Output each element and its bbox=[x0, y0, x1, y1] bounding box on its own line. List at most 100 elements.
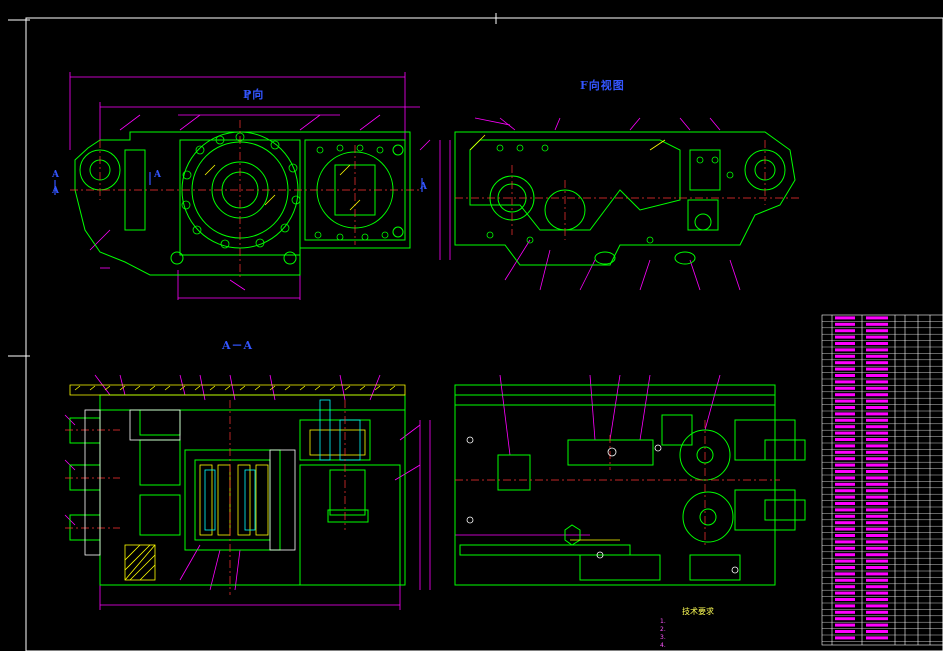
view-f-label: F向视图 bbox=[580, 79, 625, 92]
table-cell-mark bbox=[866, 425, 888, 429]
table-cell-mark bbox=[835, 463, 855, 467]
tech-requirement-item: 1. bbox=[660, 618, 666, 625]
table-cell-mark bbox=[835, 610, 855, 614]
table-cell-mark bbox=[866, 444, 888, 448]
section-mark-a-left: A bbox=[52, 170, 60, 180]
section-mark-a-mid: A bbox=[154, 170, 162, 180]
section-mark-a-bottom: A bbox=[52, 186, 60, 196]
table-cell-mark bbox=[835, 527, 855, 531]
table-cell-mark bbox=[835, 438, 855, 441]
table-cell-mark bbox=[866, 604, 888, 608]
table-cell-mark bbox=[866, 495, 888, 499]
bottom-right-view bbox=[429, 374, 806, 590]
top-left-view bbox=[54, 72, 441, 300]
table-cell-mark bbox=[835, 514, 855, 518]
table-cell-mark bbox=[866, 482, 888, 486]
table-cell-mark bbox=[866, 316, 888, 320]
table-cell-mark bbox=[866, 335, 888, 339]
table-cell-mark bbox=[866, 559, 888, 563]
table-cell-mark bbox=[866, 354, 888, 358]
table-cell-mark bbox=[835, 566, 855, 569]
table-cell-mark bbox=[835, 553, 855, 557]
table-cell-mark bbox=[866, 450, 888, 454]
table-cell-mark bbox=[835, 630, 855, 633]
table-cell-mark bbox=[835, 354, 855, 358]
table-cell-mark bbox=[866, 623, 888, 627]
table-cell-mark bbox=[835, 367, 855, 371]
table-cell-mark bbox=[866, 418, 888, 422]
table-cell-mark bbox=[866, 342, 888, 345]
table-cell-mark bbox=[835, 335, 855, 339]
table-cell-mark bbox=[866, 438, 888, 441]
table-cell-mark bbox=[835, 591, 855, 595]
table-cell-mark bbox=[835, 489, 855, 493]
table-cell-mark bbox=[835, 623, 855, 627]
table-cell-mark bbox=[866, 630, 888, 633]
table-cell-mark bbox=[866, 412, 888, 416]
table-cell-mark bbox=[866, 617, 888, 621]
table-cell-mark bbox=[866, 329, 888, 333]
bottom-left-section-view bbox=[64, 374, 421, 610]
table-cell-mark bbox=[835, 470, 855, 473]
table-cell-mark bbox=[866, 470, 888, 473]
tech-requirements-title: 技术要求 bbox=[682, 607, 714, 616]
technical-requirements: 技术要求 1. 2. 3. 4. bbox=[660, 608, 714, 650]
table-cell-mark bbox=[835, 450, 855, 454]
table-cell-mark bbox=[835, 316, 855, 320]
table-cell-mark bbox=[835, 617, 855, 621]
table-cell-mark bbox=[835, 546, 855, 550]
table-cell-mark bbox=[866, 566, 888, 569]
parts-list-table bbox=[821, 314, 943, 646]
tech-requirement-item: 2. bbox=[660, 626, 666, 633]
table-cell-mark bbox=[866, 578, 888, 582]
table-cell-mark bbox=[866, 534, 888, 537]
table-cell-mark bbox=[835, 534, 855, 537]
table-cell-mark bbox=[835, 495, 855, 499]
table-cell-mark bbox=[835, 348, 855, 352]
view-p-label: P向 bbox=[243, 88, 265, 101]
table-cell-mark bbox=[866, 540, 888, 544]
table-cell-mark bbox=[835, 380, 855, 384]
table-cell-mark bbox=[835, 431, 855, 435]
table-cell-mark bbox=[835, 412, 855, 416]
table-cell-mark bbox=[835, 406, 855, 409]
table-cell-mark bbox=[866, 476, 888, 480]
table-cell-mark bbox=[835, 508, 855, 512]
table-cell-mark bbox=[866, 406, 888, 409]
table-cell-mark bbox=[866, 598, 888, 601]
table-cell-mark bbox=[835, 342, 855, 345]
table-cell-mark bbox=[835, 361, 855, 365]
table-cell-mark bbox=[835, 502, 855, 505]
table-cell-mark bbox=[835, 386, 855, 390]
table-cell-mark bbox=[835, 598, 855, 601]
table-cell-mark bbox=[866, 572, 888, 576]
table-cell-mark bbox=[835, 476, 855, 480]
section-mark-a-right: A bbox=[420, 182, 428, 192]
table-cell-mark bbox=[835, 418, 855, 422]
table-cell-mark bbox=[866, 374, 888, 377]
table-cell-mark bbox=[866, 393, 888, 397]
table-cell-mark bbox=[835, 572, 855, 576]
table-cell-mark bbox=[866, 361, 888, 365]
table-cell-mark bbox=[866, 508, 888, 512]
table-cell-mark bbox=[835, 457, 855, 461]
table-cell-mark bbox=[835, 585, 855, 589]
table-cell-mark bbox=[866, 380, 888, 384]
table-cell-mark bbox=[866, 636, 888, 640]
table-cell-mark bbox=[866, 502, 888, 505]
table-cell-mark bbox=[866, 489, 888, 493]
tech-requirement-item: 3. bbox=[660, 634, 666, 641]
table-cell-mark bbox=[835, 393, 855, 397]
cad-drawing-canvas bbox=[8, 13, 943, 651]
top-right-view bbox=[449, 117, 800, 291]
table-cell-mark bbox=[866, 367, 888, 371]
table-cell-mark bbox=[835, 521, 855, 525]
table-cell-mark bbox=[835, 329, 855, 333]
table-cell-mark bbox=[866, 431, 888, 435]
table-cell-mark bbox=[835, 578, 855, 582]
table-cell-mark bbox=[866, 399, 888, 403]
table-cell-mark bbox=[866, 348, 888, 352]
table-cell-mark bbox=[866, 463, 888, 467]
table-cell-mark bbox=[866, 610, 888, 614]
table-cell-mark bbox=[866, 553, 888, 557]
